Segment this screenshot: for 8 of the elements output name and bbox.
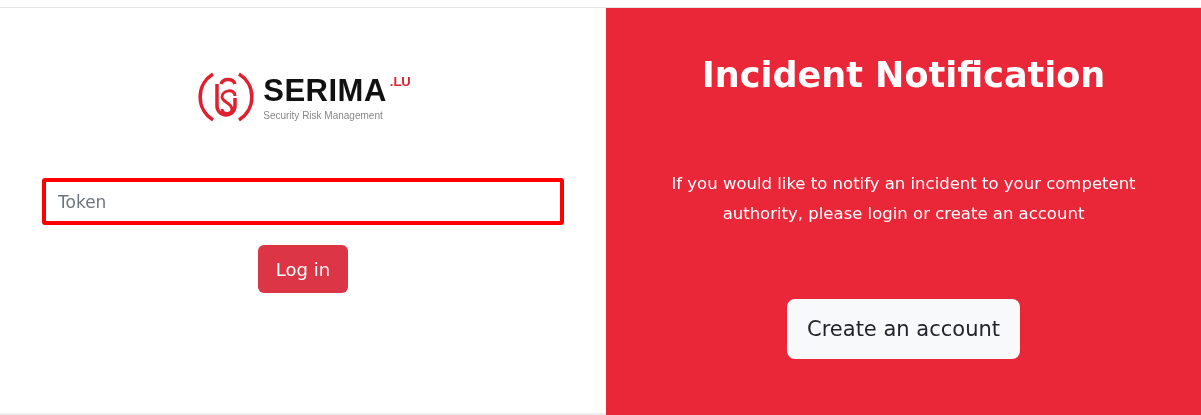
- panel-title: Incident Notification: [701, 55, 1106, 95]
- logo-domain: .LU: [389, 73, 411, 90]
- panel-text: If you would like to notify an incident to your competent authority, please login or create an account: [670, 173, 1137, 225]
- logo-tagline: Security Risk Management: [263, 109, 384, 121]
- logo-wordmark: SERIMA: [263, 73, 387, 108]
- create-account-button[interactable]: Create an account: [787, 299, 1020, 359]
- token-field[interactable]: Token: [42, 178, 564, 225]
- login-button[interactable]: Log in: [258, 245, 348, 293]
